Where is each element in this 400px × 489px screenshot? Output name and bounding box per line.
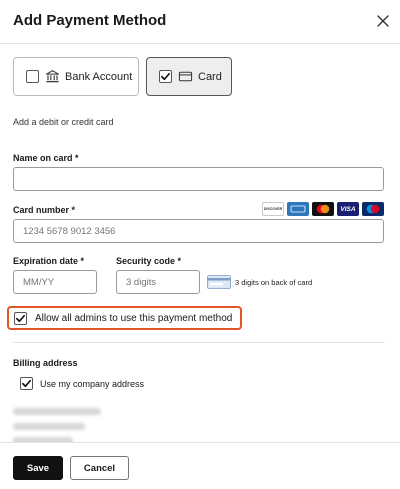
card-label: Card [198, 70, 222, 83]
security-code-hint-text: 3 digits on back of card [235, 277, 313, 287]
discover-icon: DISCOVER [262, 202, 284, 216]
visa-icon: VISA [337, 202, 359, 216]
redacted-address-line [13, 408, 101, 415]
expiration-date-label: Expiration date * [13, 256, 85, 266]
use-company-address-option[interactable]: Use my company address [13, 377, 144, 390]
use-company-address-checkbox[interactable] [20, 377, 33, 390]
dialog-footer: Save Cancel [0, 442, 400, 489]
allow-admins-checkbox[interactable] [14, 311, 27, 325]
card-checkbox[interactable] [159, 70, 172, 83]
mastercard-icon [312, 202, 334, 216]
helper-text: Add a debit or credit card [13, 117, 114, 127]
card-number-input[interactable] [13, 219, 384, 243]
card-option[interactable]: Card [146, 57, 232, 96]
billing-address-label: Billing address [13, 358, 78, 368]
card-brand-logos: DISCOVER VISA [262, 202, 384, 216]
security-code-input[interactable] [116, 270, 200, 294]
expiration-date-input[interactable] [13, 270, 97, 294]
credit-card-icon [178, 69, 193, 84]
bank-account-label: Bank Account [65, 70, 133, 83]
maestro-icon [362, 202, 384, 216]
card-back-icon [207, 275, 231, 289]
section-divider [13, 342, 385, 343]
name-on-card-label: Name on card * [13, 153, 79, 163]
amex-icon [287, 202, 309, 216]
security-code-hint: 3 digits on back of card [207, 275, 312, 289]
cancel-button[interactable]: Cancel [70, 456, 129, 480]
bank-icon [45, 69, 60, 84]
use-company-address-label: Use my company address [40, 378, 145, 389]
dialog-title: Add Payment Method [13, 12, 167, 29]
name-on-card-input[interactable] [13, 167, 384, 191]
dialog-header: Add Payment Method [0, 0, 400, 44]
card-number-label: Card number * [13, 205, 76, 215]
bank-account-option[interactable]: Bank Account [13, 57, 139, 96]
redacted-address-line [13, 423, 85, 430]
allow-admins-label: Allow all admins to use this payment met… [35, 312, 233, 324]
security-code-label: Security code * [116, 256, 182, 266]
bank-account-checkbox[interactable] [26, 70, 39, 83]
allow-admins-option[interactable]: Allow all admins to use this payment met… [7, 306, 242, 330]
close-icon[interactable] [374, 12, 392, 30]
save-button[interactable]: Save [13, 456, 63, 480]
